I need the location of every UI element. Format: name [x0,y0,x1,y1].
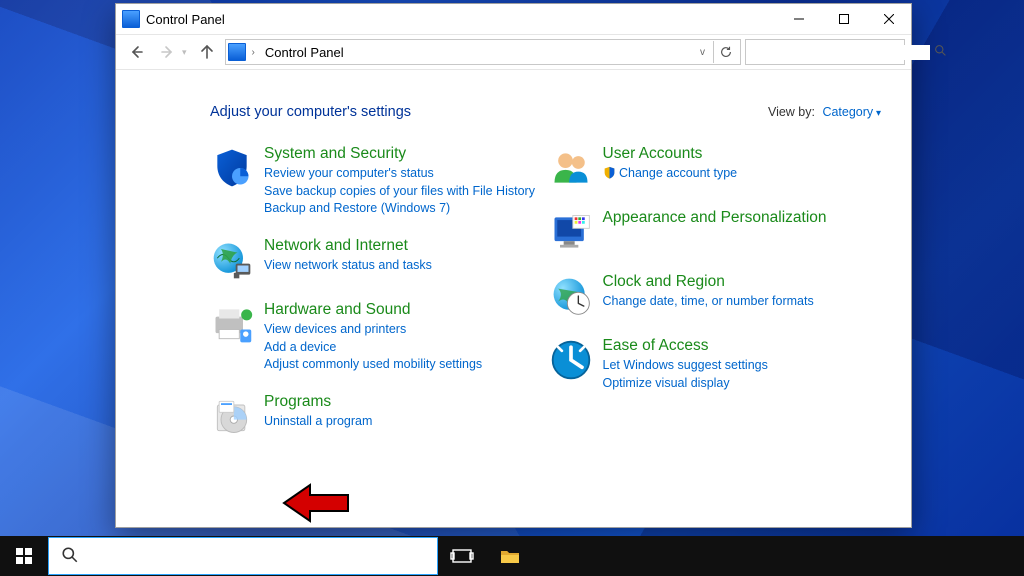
search-icon[interactable] [934,44,947,60]
people-icon [549,146,593,190]
search-icon [61,546,79,567]
window-titlebar[interactable]: Control Panel [116,4,911,35]
search-box[interactable] [745,39,905,65]
category-link[interactable]: Let Windows suggest settings [603,357,882,375]
category-link[interactable]: Change account type [603,165,882,183]
category-link[interactable]: View network status and tasks [264,257,543,275]
category-link[interactable]: Save backup copies of your files with Fi… [264,183,543,201]
content-area: Adjust your computer's settings View by:… [116,70,911,527]
category-link-text: Change account type [619,166,737,180]
recent-dropdown-icon[interactable]: ▾ [182,47,187,58]
windows-logo-icon [16,548,32,564]
disc-icon [210,394,254,438]
category-programs: Programs Uninstall a program [210,392,543,438]
search-input[interactable] [754,45,930,60]
category-user-accounts: User Accounts Change account type [549,144,882,190]
category-link[interactable]: Change date, time, or number formats [603,293,882,311]
minimize-button[interactable] [776,5,821,34]
address-dropdown-icon[interactable]: v [693,47,711,58]
control-panel-window: Control Panel ▾ [115,3,912,528]
up-button[interactable] [193,38,221,66]
category-appearance-personalization: Appearance and Personalization [549,208,882,254]
task-view-button[interactable] [438,536,486,576]
category-title[interactable]: Hardware and Sound [264,300,543,319]
control-panel-location-icon [228,43,246,61]
category-link[interactable]: View devices and printers [264,321,543,339]
chevron-right-icon[interactable]: › [248,47,259,58]
forward-button[interactable] [154,38,182,66]
clock-icon [549,274,593,318]
breadcrumb-control-panel[interactable]: Control Panel [261,43,348,62]
maximize-button[interactable] [821,5,866,34]
category-title[interactable]: Programs [264,392,543,411]
close-button[interactable] [866,5,911,34]
control-panel-app-icon [122,10,140,28]
right-column: User Accounts Change account type [549,144,882,456]
printer-icon [210,302,254,346]
page-heading: Adjust your computer's settings [210,104,411,120]
taskbar[interactable] [0,536,1024,576]
view-by-label: View by: [768,105,815,119]
category-hardware-sound: Hardware and Sound View devices and prin… [210,300,543,374]
address-toolbar: ▾ › Control Panel v [116,35,911,70]
address-breadcrumb[interactable]: › Control Panel v [225,39,741,65]
category-link[interactable]: Backup and Restore (Windows 7) [264,200,543,218]
link-uninstall-a-program[interactable]: Uninstall a program [264,413,543,431]
category-title[interactable]: System and Security [264,144,543,163]
category-title[interactable]: Clock and Region [603,272,882,291]
category-title[interactable]: Network and Internet [264,236,543,255]
window-title: Control Panel [146,12,225,27]
category-ease-of-access: Ease of Access Let Windows suggest setti… [549,336,882,392]
start-button[interactable] [0,536,48,576]
file-explorer-taskbar-button[interactable] [486,536,534,576]
task-view-icon [450,544,474,568]
category-link[interactable]: Optimize visual display [603,375,882,393]
category-link[interactable]: Review your computer's status [264,165,543,183]
category-title[interactable]: User Accounts [603,144,882,163]
folder-icon [498,544,522,568]
back-button[interactable] [122,38,150,66]
access-icon [549,338,593,382]
category-link[interactable]: Add a device [264,339,543,357]
globe-icon [210,238,254,282]
category-title[interactable]: Ease of Access [603,336,882,355]
taskbar-search-box[interactable] [48,537,438,575]
category-clock-region: Clock and Region Change date, time, or n… [549,272,882,318]
category-system-security: System and Security Review your computer… [210,144,543,218]
view-by-value[interactable]: Category [822,105,881,119]
view-by-control[interactable]: View by: Category [768,105,881,119]
desktop-background: Control Panel ▾ [0,0,1024,576]
category-title[interactable]: Appearance and Personalization [603,208,882,227]
category-network-internet: Network and Internet View network status… [210,236,543,282]
refresh-button[interactable] [713,41,738,63]
shield-badge-icon [603,166,616,179]
personalization-icon [549,210,593,254]
shield-icon [210,146,254,190]
category-link[interactable]: Adjust commonly used mobility settings [264,356,543,374]
left-column: System and Security Review your computer… [210,144,543,456]
